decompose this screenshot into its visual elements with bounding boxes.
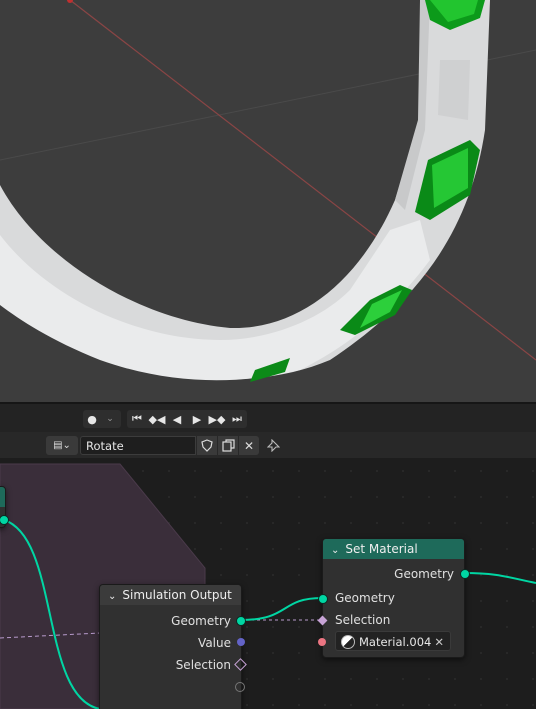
set-material-selection-label: Selection [335,613,391,627]
material-field[interactable]: Material.004 ✕ [335,631,451,651]
timeline-bar: ● ⌄ ⏮ ◆◀ ◀ ▶ ▶◆ ⏭ [0,402,536,434]
set-material-title: Set Material [345,542,418,556]
set-material-geometry-input-socket[interactable] [318,594,328,604]
sim-empty-socket[interactable] [235,682,245,692]
set-material-node[interactable]: ⌄ Set Material Geometry Geometry Selectio… [322,538,465,658]
pin-icon[interactable] [264,436,282,455]
play-reverse-icon[interactable]: ◀ [167,410,187,428]
set-material-material-socket[interactable] [318,638,326,646]
sim-input-selection-label: Selection [175,658,231,672]
sim-value-socket[interactable] [237,638,245,646]
jump-end-icon[interactable]: ⏭ [227,410,247,428]
fake-user-shield-icon[interactable] [197,436,217,455]
3d-viewport[interactable] [0,0,536,402]
jump-start-icon[interactable]: ⏮ [127,410,147,428]
viewport-scene [0,0,536,382]
sim-input-geometry-label: Geometry [171,614,231,628]
collapse-chevron-icon[interactable]: ⌄ [108,591,116,602]
set-material-output-label: Geometry [394,567,454,581]
simulation-output-title: Simulation Output [122,588,232,602]
geometry-link-2 [240,597,323,621]
close-icon[interactable]: ✕ [239,436,259,455]
record-group[interactable]: ● ⌄ [83,410,121,428]
simulation-output-header[interactable]: ⌄ Simulation Output [100,585,241,605]
sim-input-value-label: Value [198,636,231,650]
collapse-chevron-icon[interactable]: ⌄ [331,545,339,556]
playback-controls: ⏮ ◆◀ ◀ ▶ ▶◆ ⏭ [127,410,247,428]
node-editor-canvas[interactable]: ⌄ Simulation Output Geometry Value Select… [0,458,536,709]
node-editor-type-icon[interactable]: ▤⌄ [46,436,78,455]
set-material-header[interactable]: ⌄ Set Material [323,539,464,559]
duplicate-icon[interactable] [218,436,238,455]
node-group-name-field[interactable]: Rotate [80,436,196,455]
play-icon[interactable]: ▶ [187,410,207,428]
sim-geometry-socket[interactable] [236,616,246,626]
chevron-down-icon[interactable]: ⌄ [101,410,119,428]
clear-material-icon[interactable]: ✕ [434,632,444,652]
next-keyframe-icon[interactable]: ▶◆ [207,410,227,428]
simulation-output-node[interactable]: ⌄ Simulation Output Geometry Value Select… [99,584,242,709]
node-editor-header: ▤⌄ Rotate ✕ [0,432,536,458]
origin-marker [67,0,73,3]
record-dot-icon[interactable]: ● [83,410,101,428]
material-name: Material.004 [359,635,432,649]
geometry-link-3 [463,572,536,584]
material-sphere-icon [341,635,355,649]
set-material-geometry-output-socket[interactable] [460,569,470,579]
prev-keyframe-icon[interactable]: ◆◀ [147,410,167,428]
set-material-geometry-label: Geometry [335,591,395,605]
